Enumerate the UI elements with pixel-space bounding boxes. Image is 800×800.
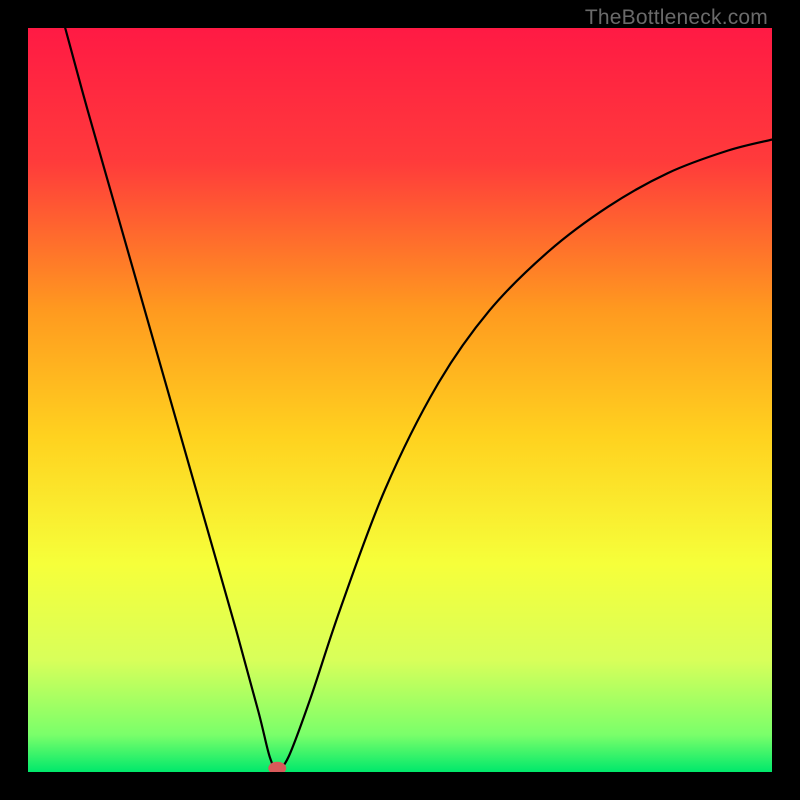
watermark-label: TheBottleneck.com bbox=[585, 6, 768, 30]
chart-svg bbox=[28, 28, 772, 772]
chart-plot-area bbox=[28, 28, 772, 772]
chart-background bbox=[28, 28, 772, 772]
